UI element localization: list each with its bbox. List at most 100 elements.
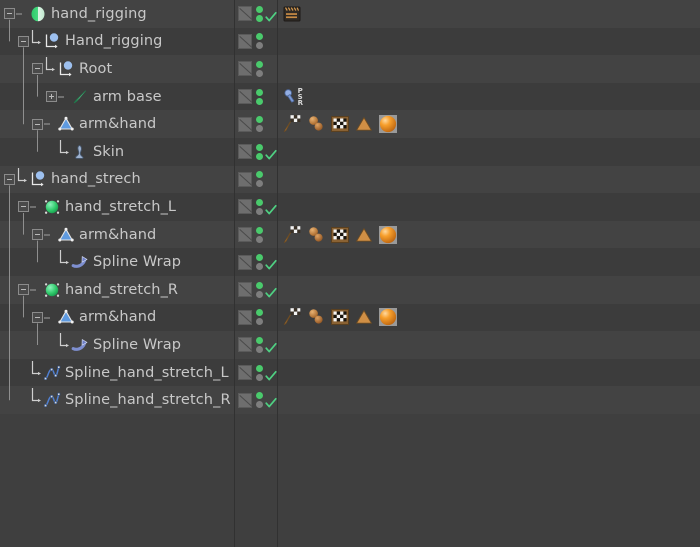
display-tag[interactable] [282, 307, 302, 327]
collapse-icon[interactable] [4, 8, 15, 20]
collapse-icon[interactable] [32, 63, 43, 75]
display-tag[interactable] [282, 114, 302, 134]
enabled-check-icon[interactable] [265, 339, 277, 353]
object-row[interactable]: Root [0, 55, 700, 83]
phong-tag[interactable] [306, 307, 326, 327]
object-row[interactable]: arm&hand [0, 303, 700, 332]
tags-cell[interactable] [277, 55, 700, 83]
texture-checker-tag[interactable] [330, 225, 350, 245]
material-sphere-tag[interactable] [378, 114, 398, 134]
editor-visibility-dot[interactable] [256, 33, 263, 41]
tags-cell[interactable] [277, 359, 700, 387]
visibility-dots[interactable] [256, 116, 263, 133]
visibility-dots[interactable] [256, 60, 263, 77]
selection-tag[interactable] [354, 307, 374, 327]
layer-swatch-icon[interactable] [238, 282, 252, 298]
render-visibility-dot[interactable] [256, 180, 263, 188]
visibility-dots[interactable] [256, 281, 263, 298]
editor-visibility-dot[interactable] [256, 88, 263, 96]
visibility-dots[interactable] [256, 364, 263, 381]
editor-visibility-dot[interactable] [256, 392, 263, 400]
tags-cell[interactable] [277, 166, 700, 194]
layer-swatch-icon[interactable] [238, 365, 252, 381]
enabled-check-icon[interactable] [265, 256, 277, 270]
tags-cell[interactable] [277, 193, 700, 221]
visibility-cell[interactable] [234, 166, 277, 194]
object-row[interactable]: Spline Wrap [0, 331, 700, 359]
layer-swatch-icon[interactable] [238, 309, 252, 325]
visibility-cell[interactable] [234, 221, 277, 249]
object-row[interactable]: Spline_hand_stretch_R [0, 386, 700, 414]
object-row[interactable]: hand_stretch_L [0, 193, 700, 221]
render-visibility-dot[interactable] [256, 290, 263, 298]
editor-visibility-dot[interactable] [256, 309, 263, 317]
tags-cell[interactable] [277, 138, 700, 166]
render-visibility-dot[interactable] [256, 69, 263, 77]
object-name-cell[interactable]: Skin [0, 138, 234, 166]
object-name-cell[interactable]: Spline Wrap [0, 248, 234, 276]
collapse-icon[interactable] [18, 201, 29, 213]
layer-swatch-icon[interactable] [238, 337, 252, 353]
texture-checker-tag[interactable] [330, 307, 350, 327]
object-row[interactable]: Spline_hand_stretch_L [0, 358, 700, 387]
visibility-dots[interactable] [256, 88, 263, 105]
object-row[interactable]: arm&hand [0, 110, 700, 138]
collapse-icon[interactable] [18, 284, 29, 296]
visibility-cell[interactable] [234, 110, 277, 138]
collapse-icon[interactable] [32, 229, 43, 241]
editor-visibility-dot[interactable] [256, 198, 263, 206]
object-name-cell[interactable]: arm&hand [0, 221, 234, 249]
layer-swatch-icon[interactable] [238, 227, 252, 243]
texture-checker-tag[interactable] [330, 114, 350, 134]
layer-swatch-icon[interactable] [238, 6, 252, 22]
object-row[interactable]: arm base P S R [0, 82, 700, 111]
psr-constraint-tag[interactable]: PSR [282, 87, 303, 107]
editor-visibility-dot[interactable] [256, 254, 263, 262]
visibility-dots[interactable] [256, 171, 263, 188]
enabled-check-icon[interactable] [265, 284, 277, 298]
render-visibility-dot[interactable] [256, 235, 263, 243]
visibility-dots[interactable] [256, 5, 263, 22]
visibility-dots[interactable] [256, 392, 263, 409]
object-name-cell[interactable]: Root [0, 55, 234, 83]
tags-cell[interactable] [277, 110, 700, 138]
enabled-check-icon[interactable] [265, 367, 277, 380]
render-visibility-dot[interactable] [256, 207, 263, 215]
object-name-cell[interactable]: hand_strech [0, 166, 234, 194]
layer-swatch-icon[interactable] [238, 89, 252, 105]
render-visibility-dot[interactable] [256, 345, 263, 353]
render-visibility-dot[interactable] [256, 125, 263, 133]
layer-swatch-icon[interactable] [238, 33, 252, 49]
visibility-cell[interactable] [234, 304, 277, 332]
phong-tag[interactable] [306, 114, 326, 134]
object-name-cell[interactable]: arm base [0, 83, 234, 111]
object-name-cell[interactable]: Spline Wrap [0, 331, 234, 359]
render-visibility-dot[interactable] [256, 373, 263, 381]
layer-swatch-icon[interactable] [238, 116, 252, 132]
tags-cell[interactable] [277, 28, 700, 56]
object-row[interactable]: hand_stretch_R [0, 275, 700, 304]
visibility-cell[interactable] [234, 386, 277, 414]
collapse-icon[interactable] [32, 311, 43, 323]
visibility-cell[interactable] [234, 28, 277, 56]
display-tag[interactable] [282, 225, 302, 245]
object-row[interactable]: Hand_rigging [0, 27, 700, 56]
layer-swatch-icon[interactable] [238, 392, 252, 408]
object-name-cell[interactable]: Spline_hand_stretch_L [0, 359, 234, 387]
visibility-dots[interactable] [256, 226, 263, 243]
layer-swatch-icon[interactable] [238, 171, 252, 187]
enabled-check-icon[interactable] [265, 146, 277, 160]
object-name-cell[interactable]: arm&hand [0, 304, 234, 332]
visibility-cell[interactable] [234, 0, 277, 28]
object-row[interactable]: Spline Wrap [0, 248, 700, 276]
object-row[interactable]: hand_strech [0, 165, 700, 194]
visibility-dots[interactable] [256, 336, 263, 353]
empty-area[interactable] [0, 414, 700, 547]
layer-swatch-icon[interactable] [238, 199, 252, 215]
material-sphere-tag[interactable] [378, 225, 398, 245]
collapse-icon[interactable] [32, 118, 43, 130]
material-sphere-tag[interactable] [378, 307, 398, 327]
visibility-dots[interactable] [256, 33, 263, 50]
tags-cell[interactable] [277, 276, 700, 304]
visibility-dots[interactable] [256, 254, 263, 271]
